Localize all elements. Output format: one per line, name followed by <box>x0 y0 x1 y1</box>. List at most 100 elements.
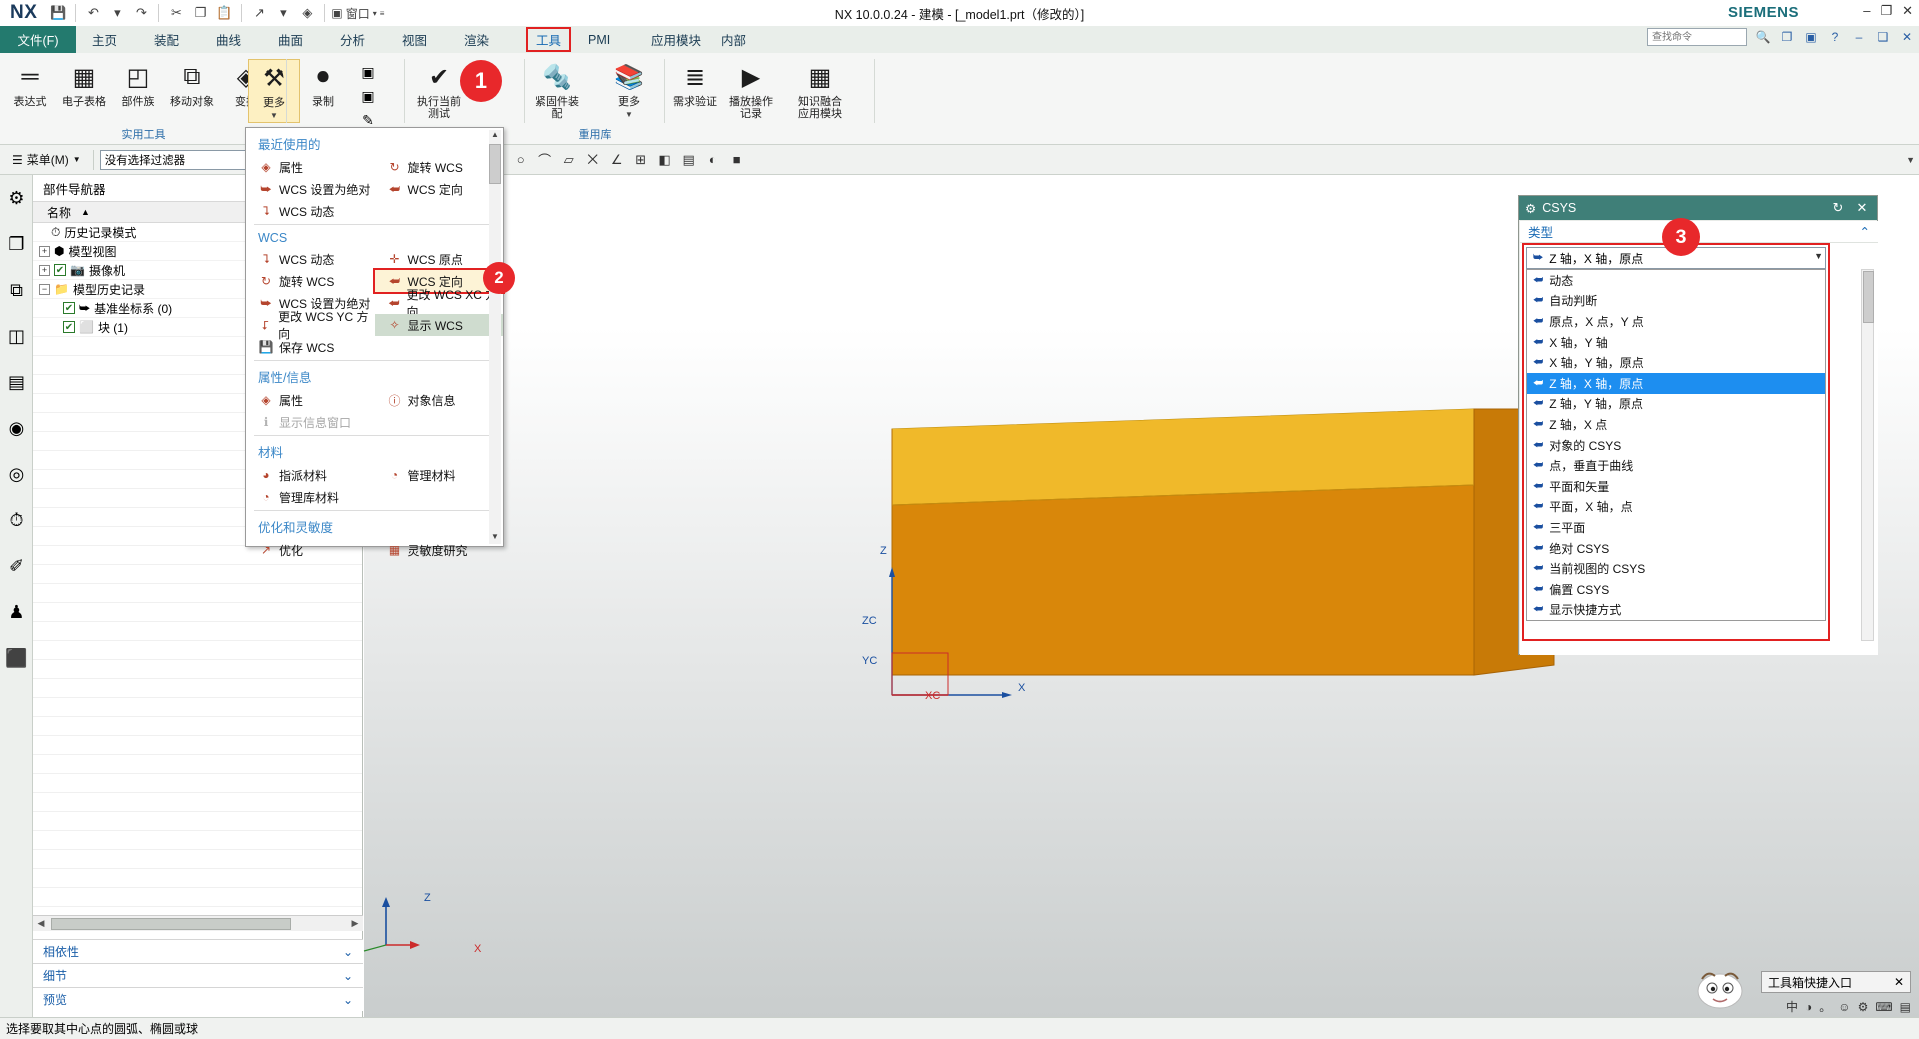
scroll-left-icon[interactable]: ◀ <box>33 918 49 929</box>
menu-item-rotate-wcs[interactable]: ↻ 旋转 WCS <box>375 156 504 178</box>
rail-hd3d-icon[interactable]: ◉ <box>0 405 33 451</box>
window-restore-icon[interactable]: ❐ <box>1779 29 1795 45</box>
section-preview[interactable]: 预览 ⌄ <box>33 987 363 1011</box>
csys-option-csys-x-y-axis[interactable]: ⮨ X 轴，Y 轴 <box>1527 332 1825 353</box>
csys-option-csys-z-y-origin[interactable]: ⮨ Z 轴，Y 轴，原点 <box>1527 394 1825 415</box>
tab-file[interactable]: 文件(F) <box>0 26 76 53</box>
scroll-up-icon[interactable]: ▲ <box>489 130 501 142</box>
restore-button[interactable]: ❐ <box>1880 3 1892 19</box>
ime-toolbox-icon[interactable]: ⚙ <box>1858 1000 1869 1014</box>
menu-item-rotate-wcs[interactable]: ↻ 旋转 WCS <box>246 270 375 292</box>
scroll-thumb[interactable] <box>489 144 501 184</box>
ime-half-width-icon[interactable]: ◑ <box>1805 1000 1812 1014</box>
csys-option-csys-current-view[interactable]: ⮨ 当前视图的 CSYS <box>1527 558 1825 579</box>
csys-option-csys-three-planes[interactable]: ⮨ 三平面 <box>1527 517 1825 538</box>
chevron-down-icon[interactable]: ▼ <box>1814 251 1823 261</box>
csys-option-csys-origin-x-y[interactable]: ⮨ 原点，X 点，Y 点 <box>1527 311 1825 332</box>
snap-point-on-face-icon[interactable]: ▱ <box>558 149 580 171</box>
snap-point-on-curve-icon[interactable]: ⌒ <box>534 149 556 171</box>
menu-item-optimization[interactable]: ↗ 优化 <box>246 539 375 561</box>
rail-process-studio-icon[interactable]: ✐ <box>0 543 33 589</box>
dropdown-scrollbar[interactable]: ▲ ▼ <box>489 130 501 544</box>
tree-checkbox[interactable]: ✔ <box>63 321 75 333</box>
close-icon[interactable]: ✕ <box>1894 975 1904 989</box>
selection-filter-combo[interactable]: 没有选择过滤器 ▼ <box>99 149 260 170</box>
tab-0[interactable]: 主页 <box>86 26 123 53</box>
command-search-input[interactable] <box>1647 28 1747 46</box>
rail-system-scene-icon[interactable]: ⬛ <box>0 635 33 681</box>
selbar-overflow-caret[interactable]: ▼ <box>1906 155 1915 165</box>
tab-7[interactable]: 工具 <box>520 26 577 53</box>
tree-expander[interactable]: + <box>39 245 50 257</box>
layer-visible-icon[interactable]: ▤ <box>678 149 700 171</box>
csys-option-csys-inferred[interactable]: ⮨ 自动判断 <box>1527 291 1825 312</box>
menu-item-assign-material[interactable]: ◕ 指派材料 <box>246 464 375 486</box>
menu-item-properties[interactable]: ◈ 属性 <box>246 156 375 178</box>
menu-button[interactable]: ☰ 菜单(M) ▼ <box>6 149 87 170</box>
desktop-assistant-avatar[interactable] <box>1691 967 1749 1011</box>
tab-5[interactable]: 视图 <box>396 26 433 53</box>
rail-reuse-library-icon[interactable]: ▤ <box>0 359 33 405</box>
tab-9[interactable]: 应用模块 <box>645 26 707 53</box>
rail-constraint-navigator-icon[interactable]: ⧉ <box>0 267 33 313</box>
view-section-icon[interactable]: ◧ <box>654 149 676 171</box>
menu-item-change-wcs-xc[interactable]: ⮨ 更改 WCS XC 方向 <box>375 288 504 319</box>
ribbon-button-requirements[interactable]: ≣ 需求验证 <box>669 59 721 123</box>
ribbon-button-move-object[interactable]: ⧉ 移动对象 <box>166 59 218 123</box>
ribbon-button-part-family[interactable]: ◰ 部件族 <box>112 59 164 123</box>
menu-item-change-wcs-yc[interactable]: ⮦ 更改 WCS YC 方向 <box>246 310 375 341</box>
csys-option-csys-plane-vector[interactable]: ⮨ 平面和矢量 <box>1527 476 1825 497</box>
tab-2[interactable]: 曲线 <box>210 26 247 53</box>
tree-checkbox[interactable]: ✔ <box>63 302 75 314</box>
csys-option-csys-x-y-origin[interactable]: ⮨ X 轴，Y 轴，原点 <box>1527 352 1825 373</box>
rail-web-browser-icon[interactable]: ◎ <box>0 451 33 497</box>
csys-dialog[interactable]: ⚙ CSYS ↻ ✕ 类型 ⌃ ⮩ Z 轴，X 轴，原点 ▼ ⮨ 动态 ⮨ 自动判断 ⮨… <box>1518 195 1878 655</box>
rail-roles-icon[interactable]: ♟ <box>0 589 33 635</box>
window-panel-icon[interactable]: ▣ <box>1803 29 1819 45</box>
close-button[interactable]: ✕ <box>1902 3 1913 19</box>
csys-option-csys-of-object[interactable]: ⮨ 对象的 CSYS <box>1527 435 1825 456</box>
minimize-button[interactable]: ‒ <box>1863 3 1870 19</box>
help-icon[interactable]: ? <box>1827 29 1843 45</box>
reset-icon[interactable]: ↻ <box>1829 200 1847 216</box>
scroll-thumb[interactable] <box>1863 271 1874 323</box>
ribbon-more-button-reuse-library[interactable]: 📚 更多 ▼ <box>603 59 655 123</box>
chevron-down-icon[interactable]: ▼ <box>625 110 633 119</box>
display-mode-icon[interactable]: ◐ <box>702 149 724 171</box>
ime-emoji-icon[interactable]: ☺ <box>1838 1000 1850 1014</box>
ribbon-button-spreadsheet[interactable]: ▦ 电子表格 <box>58 59 110 123</box>
chevron-up-icon[interactable]: ⌃ <box>1860 224 1870 239</box>
search-icon[interactable]: 🔍 <box>1755 29 1771 45</box>
csys-dialog-titlebar[interactable]: ⚙ CSYS ↻ ✕ <box>1519 196 1877 220</box>
menu-item-sensitivity-study[interactable]: ▦ 灵敏度研究 <box>375 539 504 561</box>
menu-item-properties[interactable]: ◈ 属性 <box>246 389 375 411</box>
csys-option-csys-z-x-point[interactable]: ⮨ Z 轴，X 点 <box>1527 414 1825 435</box>
sort-ascending-icon[interactable]: ▲ <box>81 207 90 217</box>
csys-option-csys-plane-x-point[interactable]: ⮨ 平面，X 轴，点 <box>1527 497 1825 518</box>
csys-option-csys-offset[interactable]: ⮨ 偏置 CSYS <box>1527 579 1825 600</box>
csys-option-csys-absolute[interactable]: ⮨ 绝对 CSYS <box>1527 538 1825 559</box>
menu-item-manage-library-material[interactable]: ◔ 管理库材料 <box>246 486 375 508</box>
menu-item-wcs-dynamic[interactable]: ⮧ WCS 动态 <box>246 200 375 222</box>
csys-option-csys-point-perp-curve[interactable]: ⮨ 点，垂直于曲线 <box>1527 455 1825 476</box>
rail-assembly-navigator-icon[interactable]: ❐ <box>0 221 33 267</box>
tab-1[interactable]: 装配 <box>148 26 185 53</box>
ribbon-button-record[interactable]: ⏺ 录制 <box>297 59 349 123</box>
ime-toolbar[interactable]: 中 ◑ 。 ☺ ⚙ ⌨ ▤ <box>1786 998 1911 1015</box>
color-icon[interactable]: ■ <box>726 149 748 171</box>
ribbon-button-run-test[interactable]: ✔ 执行当前测试 <box>413 59 465 123</box>
rail-history-icon[interactable]: ⏱ <box>0 497 33 543</box>
csys-option-csys-z-x-origin[interactable]: ⮨ Z 轴，X 轴，原点 <box>1527 372 1825 394</box>
ribbon-small-stop-journal[interactable]: ▣ <box>357 85 379 107</box>
snap-bounding-icon[interactable]: ⊞ <box>630 149 652 171</box>
menu-item-object-info[interactable]: ⓘ 对象信息 <box>375 389 504 411</box>
menu-item-wcs-dynamic[interactable]: ⮧ WCS 动态 <box>246 248 375 270</box>
tab-10[interactable]: 内部 <box>715 26 752 53</box>
maximize-icon[interactable]: ❑ <box>1875 29 1891 45</box>
ribbon-small-play-journal[interactable]: ▣ <box>357 61 379 83</box>
rail-settings-icon[interactable]: ⚙ <box>0 175 33 221</box>
close-icon[interactable]: ✕ <box>1853 200 1871 216</box>
ime-settings-icon[interactable]: ▤ <box>1900 1000 1911 1014</box>
ribbon-button-equals[interactable]: ═ 表达式 <box>4 59 56 123</box>
tree-checkbox[interactable]: ✔ <box>54 264 66 276</box>
